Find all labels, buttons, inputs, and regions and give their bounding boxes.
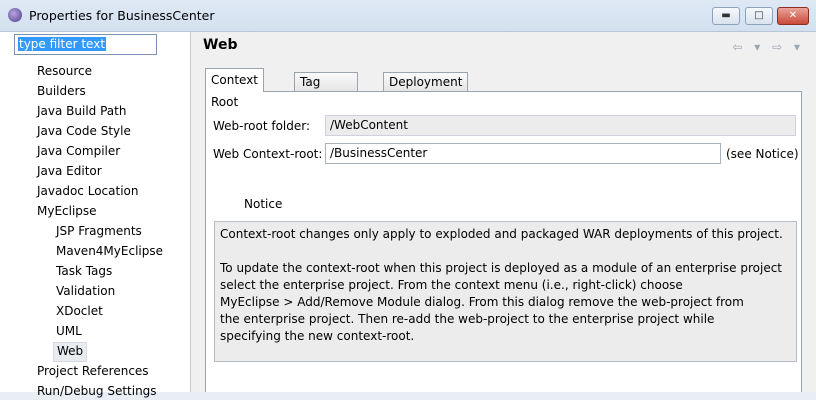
tree-item-java-code-style[interactable]: Java Code Style: [37, 122, 131, 140]
tree-item-project-references[interactable]: Project References: [37, 362, 149, 380]
webroot-folder-field: /WebContent: [325, 115, 796, 136]
tree-item-web[interactable]: Web: [53, 342, 88, 362]
filter-input-text: type filter text: [18, 37, 107, 51]
tree-item-javadoc-location[interactable]: Javadoc Location: [37, 182, 138, 200]
history-navigation-arrows[interactable]: ⇦ ▾ ⇨ ▾: [732, 40, 804, 54]
tab-deployment[interactable]: Deployment: [383, 72, 469, 91]
tree-item-uml[interactable]: UML: [56, 322, 82, 340]
tree-item-java-editor[interactable]: Java Editor: [37, 162, 102, 180]
context-root-input[interactable]: /BusinessCenter: [325, 143, 721, 164]
tree-item-run-debug-settings[interactable]: Run/Debug Settings: [37, 382, 157, 400]
tree-item-validation[interactable]: Validation: [56, 282, 115, 300]
notice-line: the enterprise project. Then re-add the …: [220, 312, 715, 326]
properties-navigation-panel: type filter text Resource Builders Java …: [0, 32, 191, 398]
notice-line: To update the context-root when this pro…: [220, 261, 783, 275]
tree-item-maven4myeclipse[interactable]: Maven4MyEclipse: [56, 242, 163, 260]
notice-line: Context-root changes only apply to explo…: [220, 227, 783, 241]
window-title: Properties for BusinessCenter: [29, 8, 215, 23]
title-bar: Properties for BusinessCenter ▬ □ ✕: [0, 0, 816, 32]
tree-item-jsp-fragments[interactable]: JSP Fragments: [56, 222, 142, 240]
page-title: Web: [203, 37, 238, 53]
tree-item-xdoclet[interactable]: XDoclet: [56, 302, 103, 320]
notice-heading: Notice: [244, 197, 283, 211]
eclipse-app-icon: [8, 8, 22, 22]
notice-line: specifying the new context-root.: [220, 329, 415, 343]
tree-item-task-tags[interactable]: Task Tags: [56, 262, 112, 280]
tree-item-builders[interactable]: Builders: [37, 82, 86, 100]
tree-item-java-build-path[interactable]: Java Build Path: [37, 102, 126, 120]
see-notice-label: (see Notice): [726, 147, 799, 161]
context-root-label: Web Context-root:: [213, 147, 323, 161]
tab-context-root[interactable]: Context Root: [205, 68, 265, 109]
notice-line: MyEclipse > Add/Remove Module dialog. Fr…: [220, 295, 744, 309]
notice-text-area: Context-root changes only apply to explo…: [214, 221, 797, 362]
maximize-button[interactable]: □: [745, 7, 773, 25]
tree-item-myeclipse[interactable]: MyEclipse: [37, 202, 97, 220]
properties-page: Web ⇦ ▾ ⇨ ▾ Context Root Tag Libraries D…: [191, 32, 816, 392]
notice-spacer: [220, 243, 791, 260]
minimize-button[interactable]: ▬: [712, 7, 740, 25]
notice-line: select the enterprise project. From the …: [220, 278, 683, 292]
close-button[interactable]: ✕: [777, 7, 809, 25]
context-root-tab-content: Web-root folder: /WebContent Web Context…: [205, 91, 802, 392]
tree-item-resource[interactable]: Resource: [37, 62, 92, 80]
webroot-folder-label: Web-root folder:: [213, 119, 311, 133]
tree-item-java-compiler[interactable]: Java Compiler: [37, 142, 120, 160]
filter-input[interactable]: type filter text: [14, 34, 157, 55]
tab-tag-libraries[interactable]: Tag Libraries: [294, 72, 358, 107]
